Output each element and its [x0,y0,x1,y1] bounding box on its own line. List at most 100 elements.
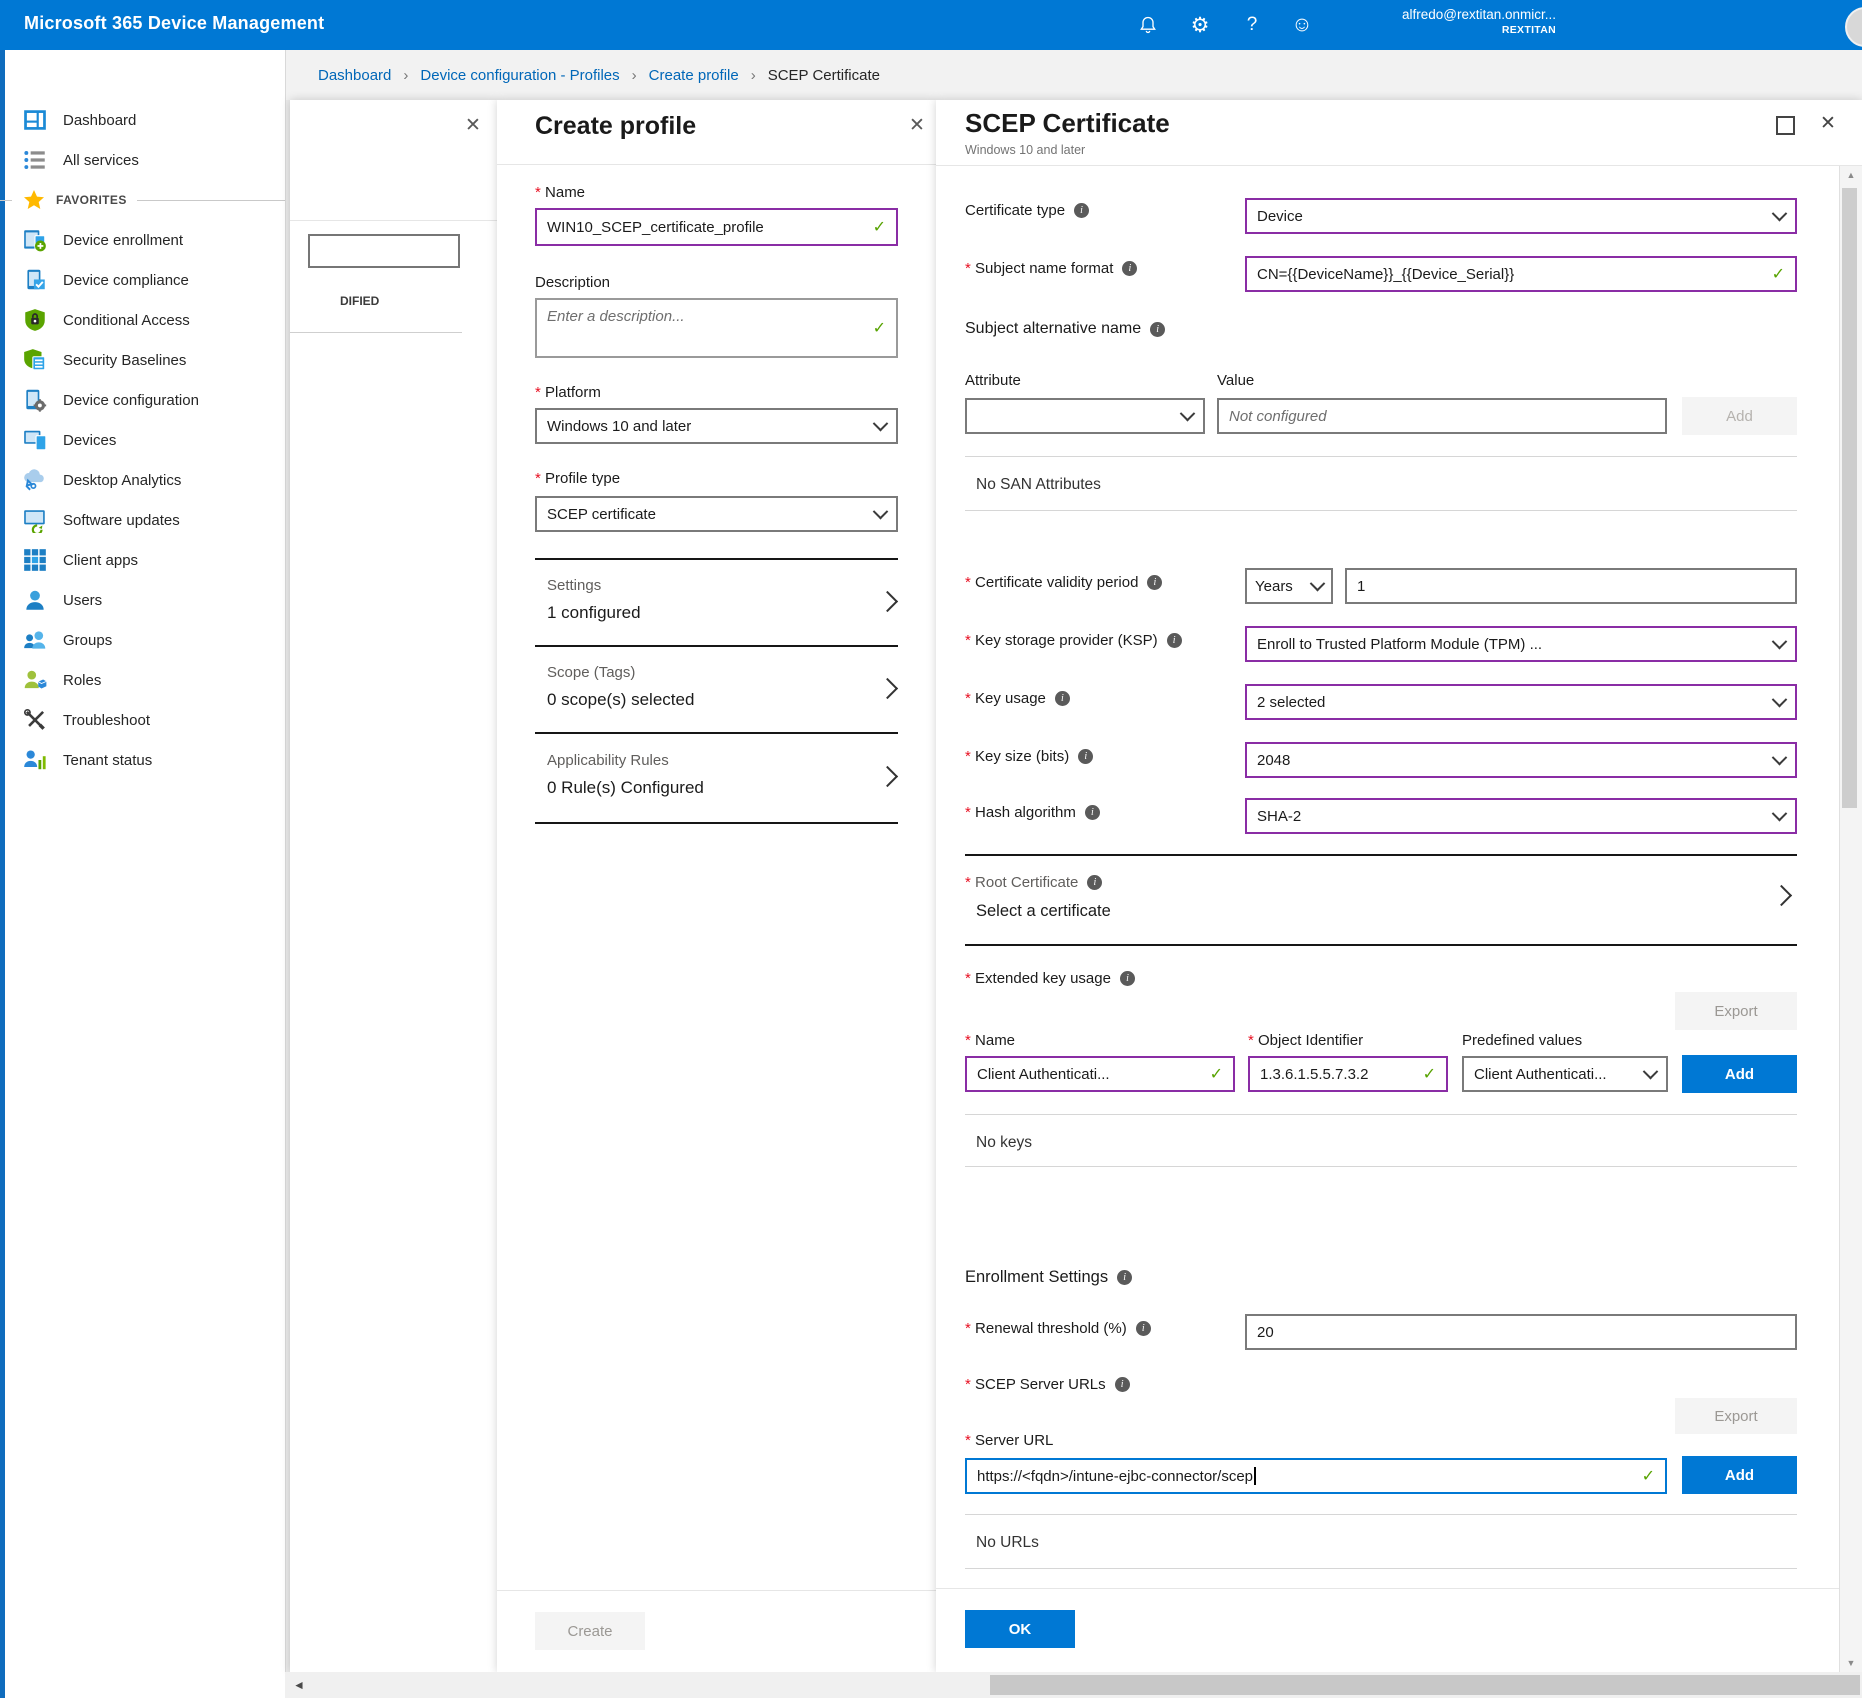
scroll-left-icon[interactable]: ◄ [293,1678,305,1692]
horizontal-scrollbar-thumb[interactable] [990,1675,1860,1695]
vertical-scrollbar[interactable]: ▲ ▼ [1839,166,1862,1672]
close-icon[interactable]: ✕ [909,116,925,135]
settings-gear-icon[interactable]: ⚙ [1182,0,1218,50]
info-icon[interactable] [1136,1321,1151,1336]
info-icon[interactable] [1055,691,1070,706]
sidebar-item-device-configuration[interactable]: Device configuration [0,380,285,420]
avatar[interactable] [1845,7,1862,47]
devices-icon [22,427,48,453]
info-icon[interactable] [1167,633,1182,648]
scroll-up-icon[interactable]: ▲ [1840,170,1862,180]
name-input[interactable]: WIN10_SCEP_certificate_profile✓ [535,208,898,246]
scroll-down-icon[interactable]: ▼ [1840,1658,1862,1668]
notifications-bell-icon[interactable] [1130,0,1166,50]
url-add-button[interactable]: Add [1682,1456,1797,1494]
sidebar-item-security-baselines[interactable]: Security Baselines [0,340,285,380]
urls-export-button[interactable]: Export [1675,1398,1797,1434]
info-icon[interactable] [1087,875,1102,890]
maximize-icon[interactable] [1776,116,1795,135]
close-icon[interactable]: ✕ [465,116,481,135]
profile-type-select[interactable]: SCEP certificate [535,496,898,532]
san-add-button[interactable]: Add [1682,397,1797,435]
breadcrumb-profiles[interactable]: Device configuration - Profiles [420,67,619,84]
close-icon[interactable]: ✕ [1820,114,1836,133]
eku-oid-label: Object Identifier [1248,1032,1363,1049]
sidebar-item-dashboard[interactable]: Dashboard [0,100,285,140]
sidebar-item-devices[interactable]: Devices [0,420,285,460]
ok-button[interactable]: OK [965,1610,1075,1648]
key-usage-select[interactable]: 2 selected [1245,684,1797,720]
subject-name-format-input[interactable]: CN={{DeviceName}}_{{Device_Serial}}✓ [1245,256,1797,292]
desktop-analytics-icon [22,467,48,493]
profiles-search-input[interactable] [308,234,460,268]
ksp-select[interactable]: Enroll to Trusted Platform Module (TPM) … [1245,626,1797,662]
sidebar-item-label: Client apps [63,552,138,569]
sidebar-item-all-services[interactable]: All services [0,140,285,180]
info-icon[interactable] [1147,575,1162,590]
info-icon[interactable] [1120,971,1135,986]
info-icon[interactable] [1085,805,1100,820]
platform-label: Platform [535,384,601,401]
certificate-type-select[interactable]: Device [1245,198,1797,234]
validity-unit-select[interactable]: Years [1245,568,1333,604]
sidebar-item-tenant-status[interactable]: Tenant status [0,740,285,780]
chevron-down-icon [1772,749,1788,765]
user-email: alfredo@rextitan.onmicr... [1402,7,1556,24]
account-info[interactable]: alfredo@rextitan.onmicr... REXTITAN [1402,7,1556,37]
eku-oid-input[interactable]: 1.3.6.1.5.5.7.3.2✓ [1248,1056,1448,1092]
breadcrumb-create-profile[interactable]: Create profile [649,67,739,84]
sidebar-favorites-header: FAVORITES [0,180,285,220]
server-url-label: Server URL [965,1432,1053,1449]
key-size-select[interactable]: 2048 [1245,742,1797,778]
platform-select[interactable]: Windows 10 and later [535,408,898,444]
attribute-label: Attribute [965,372,1021,389]
sidebar-item-label: Groups [63,632,112,649]
info-icon[interactable] [1122,261,1137,276]
hash-algorithm-select[interactable]: SHA-2 [1245,798,1797,834]
eku-predefined-select[interactable]: Client Authenticati... [1462,1056,1668,1092]
roles-icon [22,667,48,693]
sidebar-item-desktop-analytics[interactable]: Desktop Analytics [0,460,285,500]
no-keys-text: No keys [976,1134,1032,1152]
device-compliance-icon [22,267,48,293]
horizontal-scrollbar[interactable]: ◄ [285,1672,1862,1698]
vertical-scrollbar-thumb[interactable] [1842,188,1857,808]
smiley-feedback-icon[interactable]: ☺ [1284,0,1320,50]
renewal-threshold-input[interactable]: 20 [1245,1314,1797,1350]
sidebar-item-users[interactable]: Users [0,580,285,620]
sidebar-item-label: Device compliance [63,272,189,289]
eku-export-button[interactable]: Export [1675,992,1797,1030]
create-button[interactable]: Create [535,1612,645,1650]
sidebar-item-groups[interactable]: Groups [0,620,285,660]
hash-algorithm-label: Hash algorithm [965,804,1100,821]
star-icon [22,188,46,212]
info-icon[interactable] [1074,203,1089,218]
info-icon[interactable] [1078,749,1093,764]
blade-subtitle: Windows 10 and later [965,143,1085,157]
sidebar-item-device-compliance[interactable]: Device compliance [0,260,285,300]
info-icon[interactable] [1150,322,1165,337]
sidebar-item-device-enrollment[interactable]: Device enrollment [0,220,285,260]
info-icon[interactable] [1115,1377,1130,1392]
profiles-blade-partial: ✕ DIFIED [290,100,497,1672]
sidebar-item-software-updates[interactable]: Software updates [0,500,285,540]
description-input[interactable]: Enter a description...✓ [535,298,898,358]
eku-name-input[interactable]: Client Authenticati...✓ [965,1056,1235,1092]
breadcrumb-dashboard[interactable]: Dashboard [318,67,391,84]
eku-add-button[interactable]: Add [1682,1055,1797,1093]
info-icon[interactable] [1117,1270,1132,1285]
sidebar-item-roles[interactable]: Roles [0,660,285,700]
server-url-input[interactable]: https://<fqdn>/intune-ejbc-connector/sce… [965,1458,1667,1494]
sidebar-item-conditional-access[interactable]: Conditional Access [0,300,285,340]
validity-value-input[interactable]: 1 [1345,568,1797,604]
conditional-access-icon [22,307,48,333]
tenant-name: REXTITAN [1402,24,1556,37]
sidebar-item-troubleshoot[interactable]: Troubleshoot [0,700,285,740]
attribute-select[interactable] [965,398,1205,434]
modified-column-header: DIFIED [340,294,379,308]
chevron-right-icon [877,678,898,699]
value-input[interactable]: Not configured [1217,398,1667,434]
help-icon[interactable]: ? [1234,0,1270,50]
valid-check-icon: ✓ [1634,1466,1655,1486]
sidebar-item-client-apps[interactable]: Client apps [0,540,285,580]
